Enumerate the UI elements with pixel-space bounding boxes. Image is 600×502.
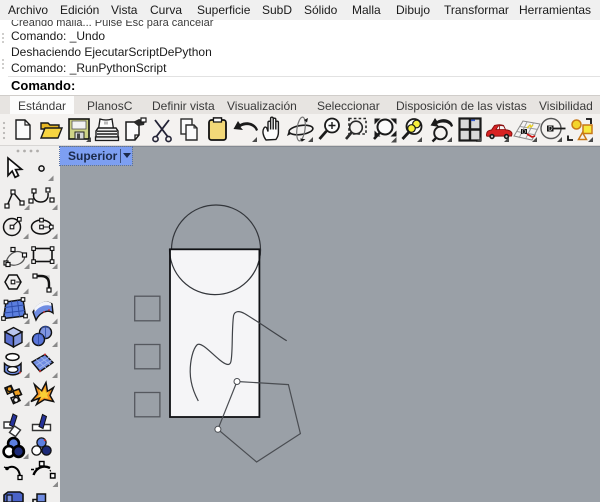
svg-text:D: D <box>548 127 553 133</box>
svg-text:D: D <box>522 130 526 136</box>
